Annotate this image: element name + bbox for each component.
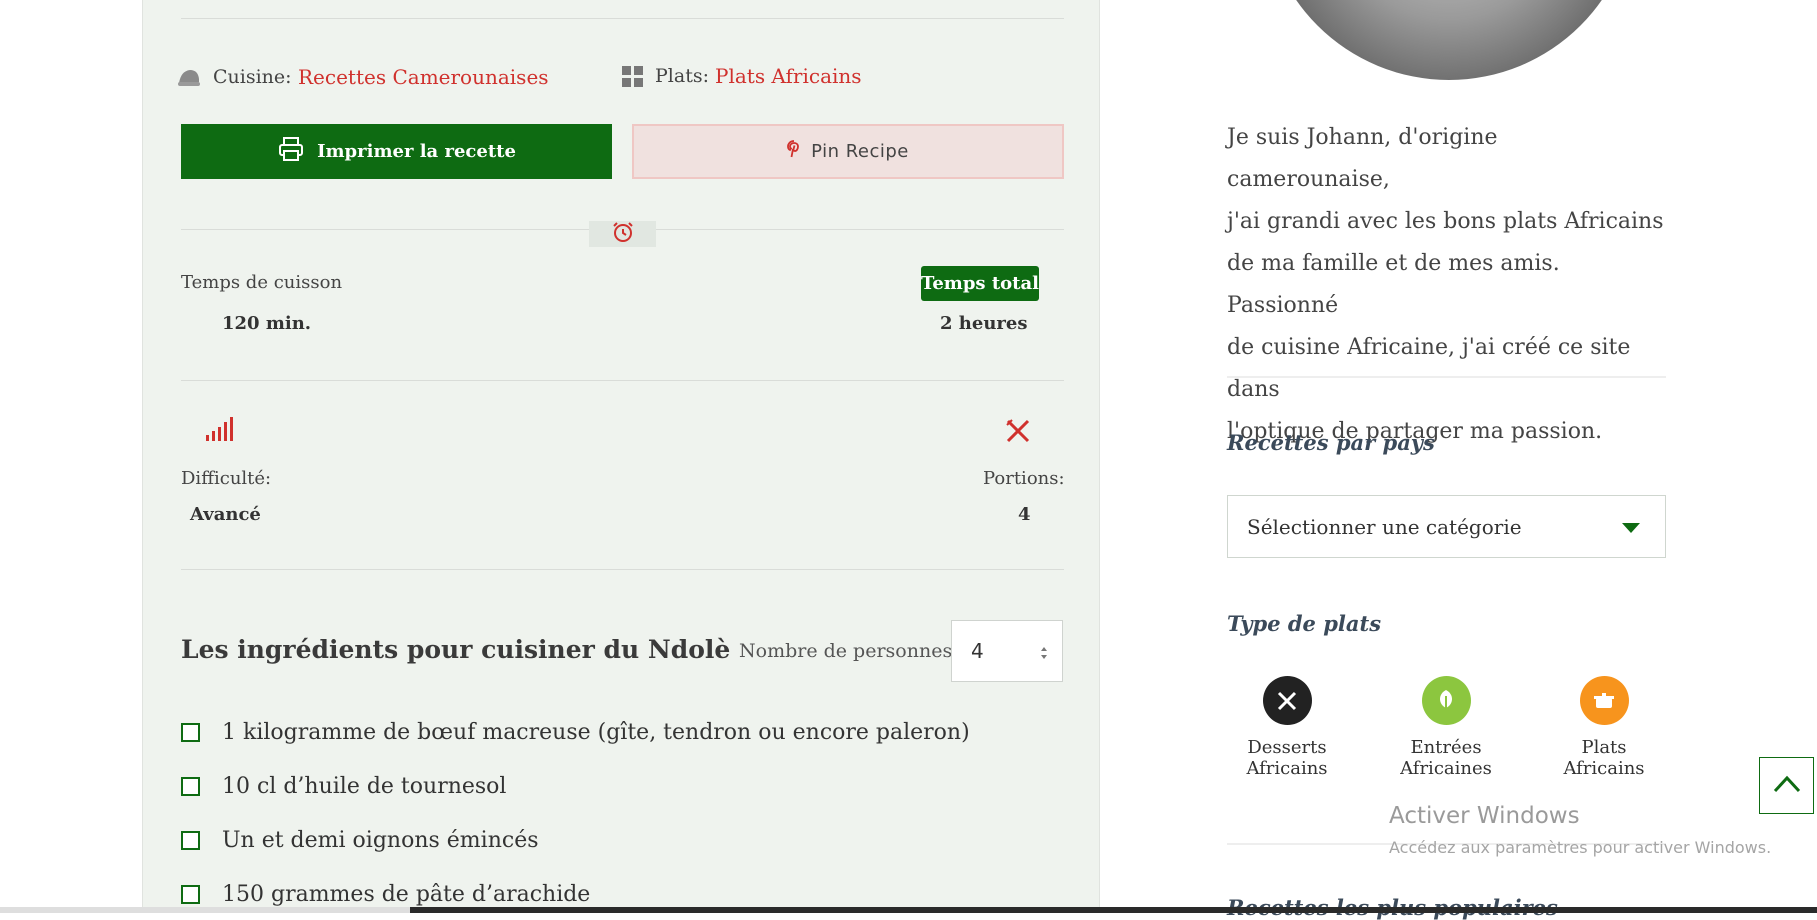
difficulty-bars-icon bbox=[205, 416, 233, 446]
bio-line: de ma famille et de mes amis. Passionné bbox=[1227, 251, 1560, 318]
ingredient-checkbox[interactable] bbox=[181, 723, 200, 742]
dish-types-title: Type de plats bbox=[1227, 611, 1382, 636]
difficulty-label: Difficulté: bbox=[181, 468, 272, 489]
ingredients-title: Les ingrédients pour cuisiner du Ndolè bbox=[181, 635, 731, 664]
plats-link[interactable]: Plats Africains bbox=[715, 64, 862, 88]
category-label: Desserts bbox=[1247, 737, 1327, 758]
windows-activation-title: Activer Windows bbox=[1389, 803, 1580, 829]
stepper-arrows-icon[interactable] bbox=[1039, 643, 1049, 661]
category-entrees[interactable]: Entrées Africaines bbox=[1386, 676, 1506, 779]
category-plats[interactable]: Plats Africains bbox=[1544, 676, 1664, 779]
cook-time-value: 120 min. bbox=[222, 313, 312, 334]
ingredient-text: 1 kilogramme de bœuf macreuse (gîte, ten… bbox=[222, 720, 970, 745]
category-label: Africains bbox=[1246, 758, 1328, 779]
ingredient-item[interactable]: 150 grammes de pâte d’arachide bbox=[181, 882, 590, 907]
print-recipe-label: Imprimer la recette bbox=[317, 141, 516, 162]
ingredient-text: Un et demi oignons émincés bbox=[222, 828, 539, 853]
chevron-down-icon bbox=[1621, 515, 1641, 539]
ingredient-item[interactable]: 10 cl d’huile de tournesol bbox=[181, 774, 506, 799]
ingredient-text: 150 grammes de pâte d’arachide bbox=[222, 882, 591, 907]
alarm-clock-icon bbox=[611, 220, 635, 248]
pin-recipe-label: Pin Recipe bbox=[811, 141, 909, 162]
ingredient-text: 10 cl d’huile de tournesol bbox=[222, 774, 507, 799]
category-select-value: Sélectionner une catégorie bbox=[1247, 514, 1522, 539]
category-select[interactable]: Sélectionner une catégorie bbox=[1227, 495, 1666, 558]
cook-time-label: Temps de cuisson bbox=[181, 272, 343, 293]
fork-knife-icon bbox=[1262, 676, 1312, 725]
leaf-icon bbox=[1421, 676, 1471, 725]
total-time-badge: Temps total bbox=[921, 266, 1039, 301]
category-label: Entrées bbox=[1410, 737, 1482, 758]
persons-label: Nombre de personnes bbox=[739, 640, 953, 662]
author-avatar bbox=[1263, 0, 1635, 80]
category-label: Africaines bbox=[1400, 758, 1492, 779]
category-desserts[interactable]: Desserts Africains bbox=[1227, 676, 1347, 779]
cuisine-link[interactable]: Recettes Camerounaises bbox=[298, 65, 549, 89]
scroll-to-top-button[interactable] bbox=[1759, 757, 1814, 814]
difficulty-value: Avancé bbox=[190, 504, 261, 525]
ingredient-checkbox[interactable] bbox=[181, 831, 200, 850]
cuisine-label: Cuisine: bbox=[213, 66, 292, 88]
portions-label: Portions: bbox=[983, 468, 1065, 489]
divider bbox=[181, 569, 1064, 570]
bio-line: de cuisine Africaine, j'ai créé ce site … bbox=[1227, 335, 1631, 402]
print-recipe-button[interactable]: Imprimer la recette bbox=[181, 124, 612, 179]
ingredient-checkbox[interactable] bbox=[181, 885, 200, 904]
printer-icon bbox=[277, 135, 305, 168]
category-label: Plats bbox=[1581, 737, 1627, 758]
author-bio: Je suis Johann, d'origine camerounaise, … bbox=[1227, 117, 1667, 453]
fork-knife-icon bbox=[1005, 418, 1031, 448]
grid-icon bbox=[622, 66, 644, 92]
cuisine-icon bbox=[177, 67, 201, 93]
total-time-value: 2 heures bbox=[940, 313, 1028, 334]
pot-icon bbox=[1579, 676, 1629, 725]
category-label: Africains bbox=[1563, 758, 1645, 779]
ingredient-item[interactable]: Un et demi oignons émincés bbox=[181, 828, 539, 853]
windows-activation-subtitle: Accédez aux paramètres pour activer Wind… bbox=[1389, 838, 1772, 857]
divider bbox=[181, 380, 1064, 381]
persons-stepper[interactable]: 4 bbox=[951, 620, 1063, 682]
taskbar-strip-light bbox=[0, 907, 410, 913]
portions-value: 4 bbox=[1018, 504, 1031, 525]
pinterest-icon bbox=[787, 140, 801, 163]
countries-title: Recettes par pays bbox=[1227, 430, 1435, 455]
plats-label: Plats: bbox=[655, 65, 709, 87]
clock-badge bbox=[589, 221, 656, 247]
ingredient-item[interactable]: 1 kilogramme de bœuf macreuse (gîte, ten… bbox=[181, 720, 970, 745]
bio-line: Je suis Johann, d'origine camerounaise, bbox=[1227, 125, 1498, 192]
pin-recipe-button[interactable]: Pin Recipe bbox=[632, 124, 1064, 179]
persons-value: 4 bbox=[971, 639, 984, 663]
chevron-up-icon bbox=[1773, 775, 1801, 797]
sidebar-divider bbox=[1227, 376, 1666, 378]
divider bbox=[181, 18, 1064, 19]
bio-line: j'ai grandi avec les bons plats Africain… bbox=[1227, 209, 1664, 234]
ingredient-checkbox[interactable] bbox=[181, 777, 200, 796]
